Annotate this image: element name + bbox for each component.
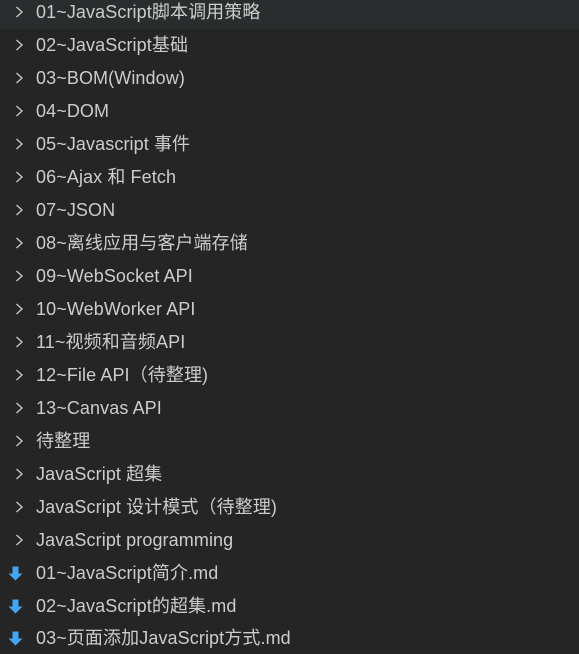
- tree-item-folder[interactable]: 11~视频和音频API: [0, 326, 579, 359]
- chevron-right-icon: [16, 6, 24, 18]
- chevron-right-icon: [16, 72, 24, 84]
- chevron-right-icon: [16, 204, 24, 216]
- chevron-right-icon: [16, 303, 24, 315]
- tree-item-folder[interactable]: 13~Canvas API: [0, 392, 579, 425]
- tree-item-folder[interactable]: 01~JavaScript脚本调用策略: [0, 0, 579, 29]
- chevron-right-icon: [16, 237, 24, 249]
- tree-item-folder[interactable]: JavaScript 超集: [0, 458, 579, 491]
- tree-item-folder[interactable]: 12~File API（待整理): [0, 359, 579, 392]
- tree-item-folder[interactable]: JavaScript 设计模式（待整理): [0, 491, 579, 524]
- chevron-right-icon: [16, 336, 24, 348]
- tree-item-label: JavaScript programming: [36, 530, 234, 550]
- tree-item-folder[interactable]: 07~JSON: [0, 194, 579, 227]
- markdown-arrow-icon: [8, 599, 23, 614]
- tree-item-folder[interactable]: 待整理: [0, 425, 579, 458]
- chevron-right-icon: [16, 138, 24, 150]
- tree-item-label: JavaScript 超集: [36, 464, 163, 484]
- tree-item-label: 02~JavaScript的超集.md: [36, 596, 237, 616]
- tree-item-label: 待整理: [36, 431, 91, 451]
- tree-item-label: 03~BOM(Window): [36, 68, 185, 88]
- chevron-right-icon: [16, 435, 24, 447]
- markdown-arrow-icon: [8, 566, 23, 581]
- tree-item-label: 03~页面添加JavaScript方式.md: [36, 628, 291, 648]
- tree-item-folder[interactable]: JavaScript programming: [0, 524, 579, 557]
- tree-item-file[interactable]: 03~页面添加JavaScript方式.md: [0, 622, 579, 654]
- tree-item-folder[interactable]: 03~BOM(Window): [0, 62, 579, 95]
- tree-item-label: JavaScript 设计模式（待整理): [36, 497, 278, 517]
- tree-item-label: 04~DOM: [36, 101, 110, 121]
- chevron-right-icon: [16, 501, 24, 513]
- chevron-right-icon: [16, 171, 24, 183]
- tree-item-label: 12~File API（待整理): [36, 365, 209, 385]
- tree-item-file[interactable]: 02~JavaScript的超集.md: [0, 590, 579, 623]
- chevron-right-icon: [16, 468, 24, 480]
- tree-item-folder[interactable]: 05~Javascript 事件: [0, 128, 579, 161]
- tree-item-folder[interactable]: 02~JavaScript基础: [0, 29, 579, 62]
- tree-item-label: 08~离线应用与客户端存储: [36, 233, 248, 253]
- tree-item-label: 10~WebWorker API: [36, 299, 196, 319]
- chevron-right-icon: [16, 105, 24, 117]
- tree-item-folder[interactable]: 10~WebWorker API: [0, 293, 579, 326]
- tree-item-label: 07~JSON: [36, 200, 116, 220]
- tree-item-label: 09~WebSocket API: [36, 266, 193, 286]
- chevron-right-icon: [16, 270, 24, 282]
- tree-item-folder[interactable]: 08~离线应用与客户端存储: [0, 227, 579, 260]
- tree-item-label: 01~JavaScript简介.md: [36, 563, 219, 583]
- tree-item-file[interactable]: 01~JavaScript简介.md: [0, 557, 579, 590]
- chevron-right-icon: [16, 39, 24, 51]
- tree-item-label: 13~Canvas API: [36, 398, 162, 418]
- chevron-right-icon: [16, 402, 24, 414]
- tree-item-folder[interactable]: 09~WebSocket API: [0, 260, 579, 293]
- markdown-arrow-icon: [8, 631, 23, 646]
- chevron-right-icon: [16, 369, 24, 381]
- tree-item-label: 02~JavaScript基础: [36, 35, 189, 55]
- chevron-right-icon: [16, 534, 24, 546]
- tree-item-label: 11~视频和音频API: [36, 332, 186, 352]
- tree-item-label: 01~JavaScript脚本调用策略: [36, 2, 261, 22]
- tree-item-folder[interactable]: 04~DOM: [0, 95, 579, 128]
- tree-item-label: 06~Ajax 和 Fetch: [36, 167, 177, 187]
- tree-item-label: 05~Javascript 事件: [36, 134, 191, 154]
- tree-item-folder[interactable]: 06~Ajax 和 Fetch: [0, 161, 579, 194]
- file-explorer-tree: 01~JavaScript脚本调用策略 02~JavaScript基础 03~B…: [0, 0, 579, 654]
